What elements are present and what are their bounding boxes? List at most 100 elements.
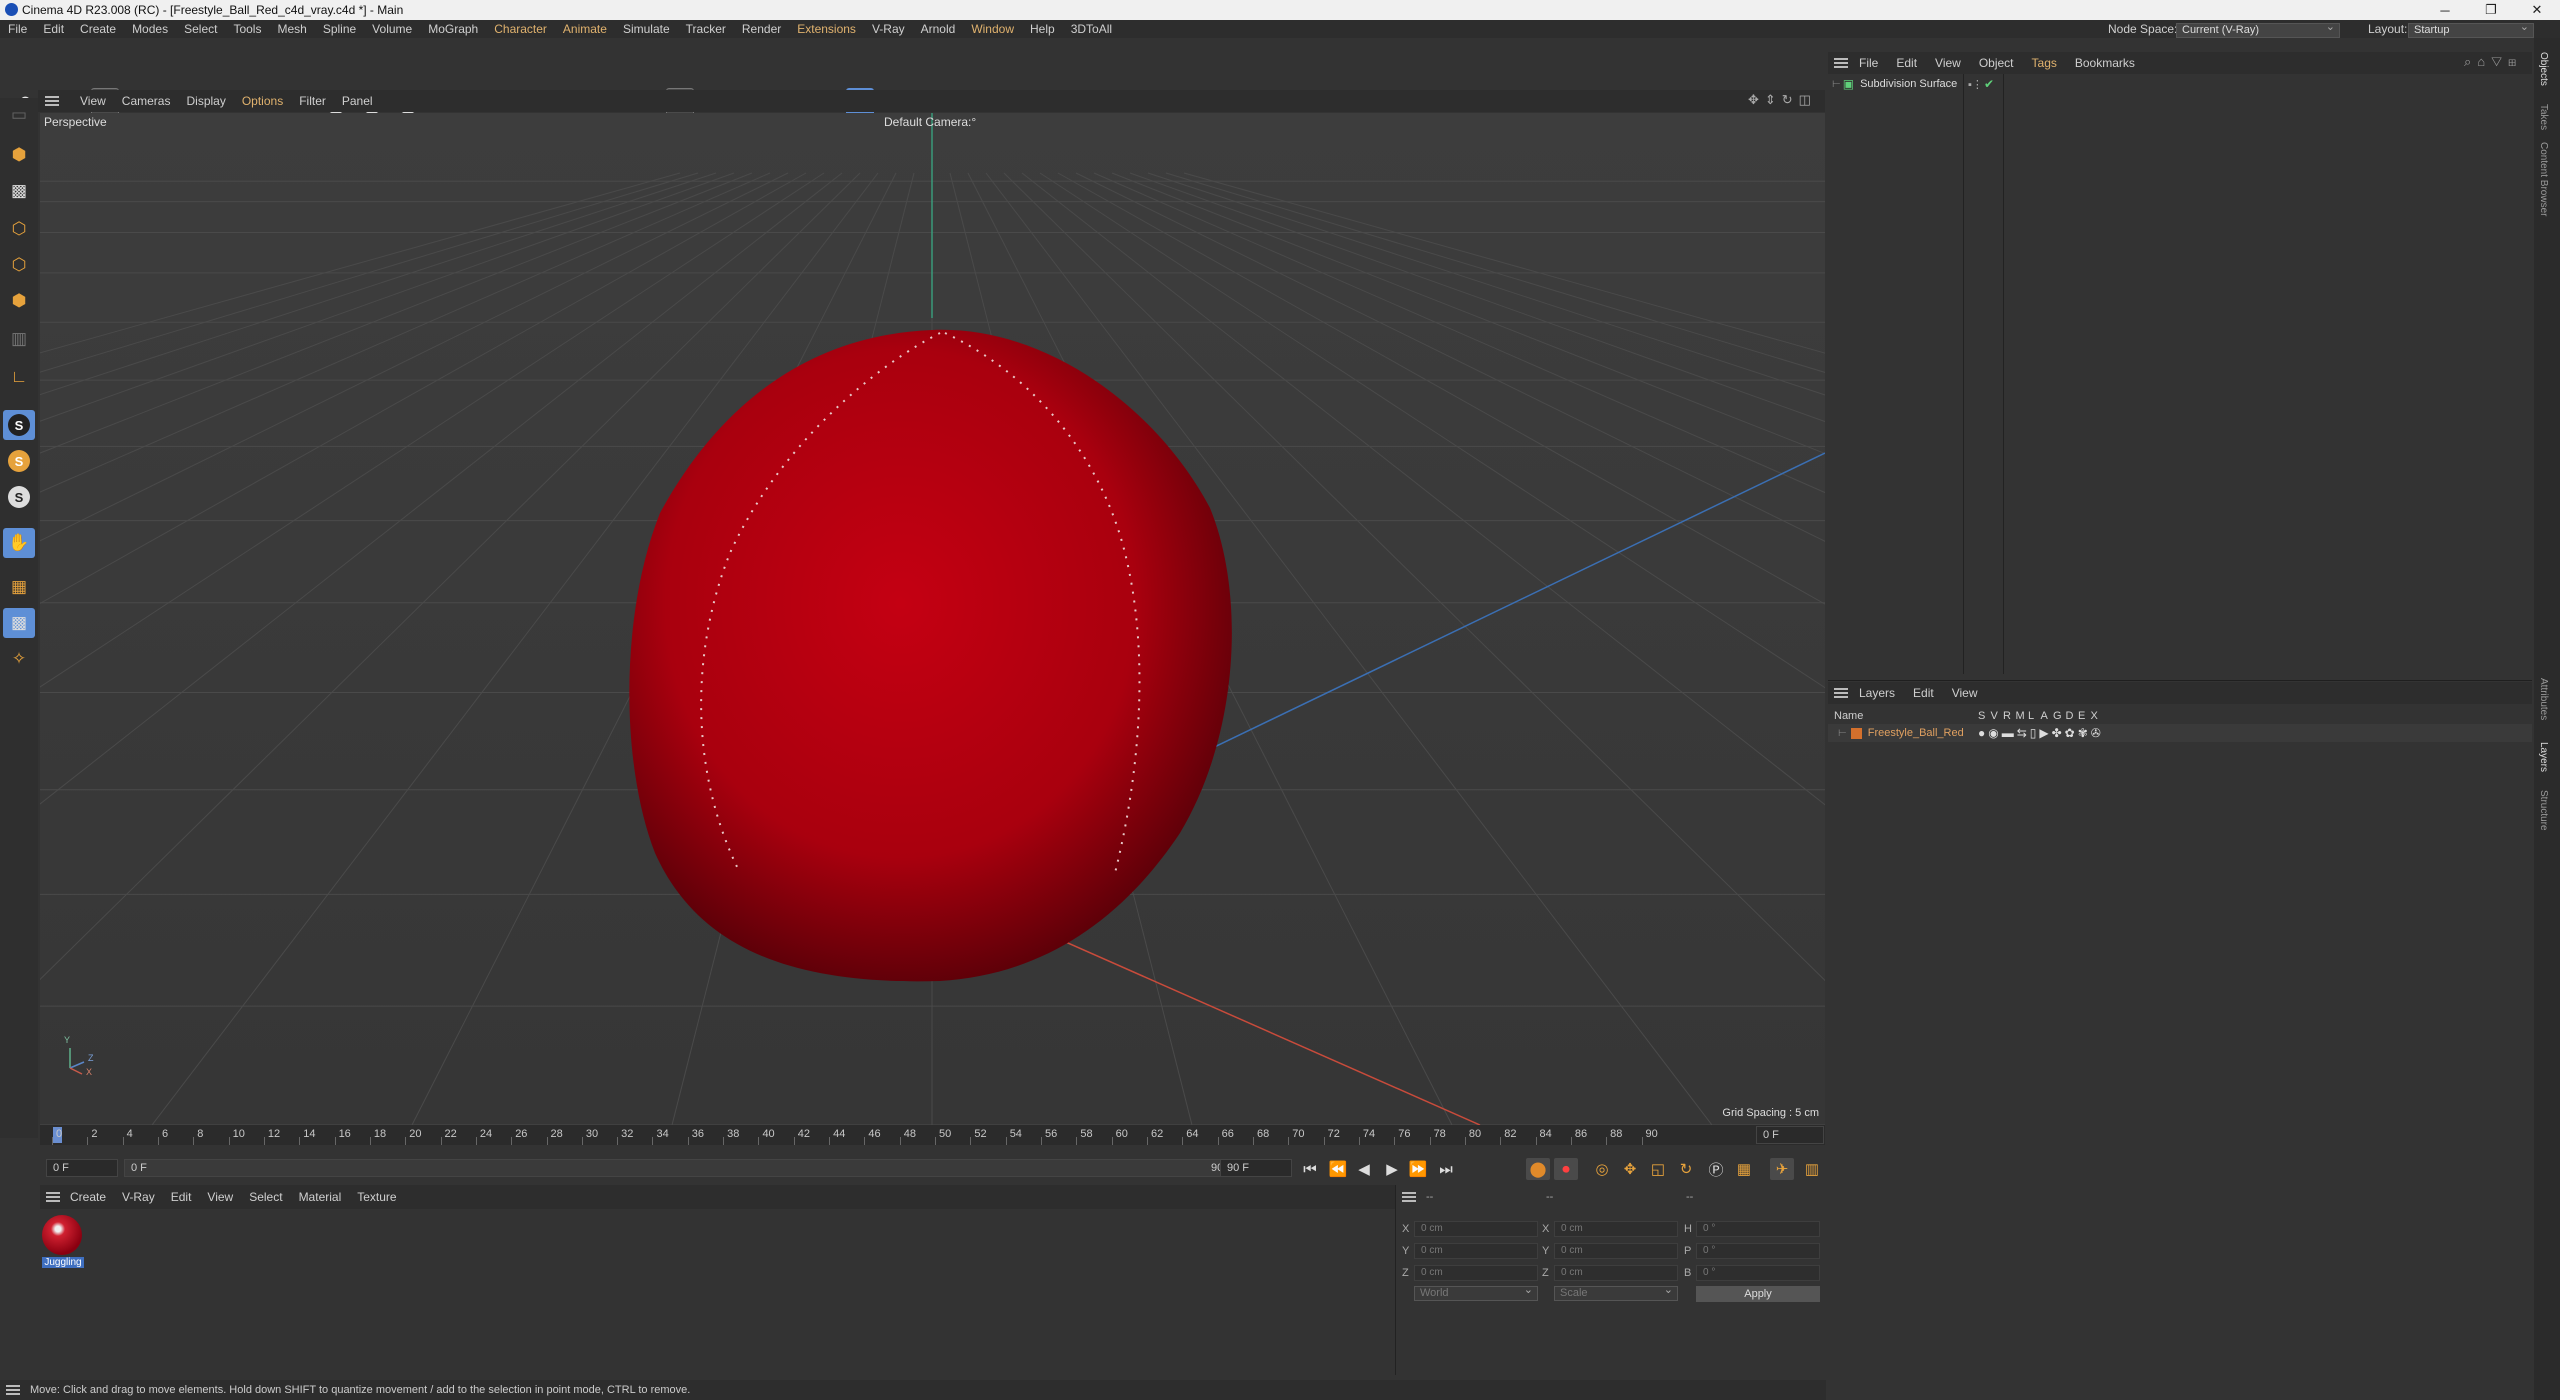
menu-volume[interactable]: Volume [364,22,420,36]
menu-spline[interactable]: Spline [315,22,364,36]
side-tab-layers[interactable]: Layers [2538,742,2549,772]
visibility-dots-icon[interactable]: ▪⋮ [1968,78,1983,91]
param-key-icon[interactable]: Ⓟ [1704,1158,1728,1180]
material-menu-material[interactable]: Material [291,1190,350,1204]
side-tab-content-browser[interactable]: Content Browser [2538,142,2549,216]
viewport-nav-icons[interactable]: ✥⇕↻◫ [1748,92,1817,108]
camera-label[interactable]: Default Camera:° [884,115,976,129]
viewport-menu-options[interactable]: Options [234,94,291,108]
menu-window[interactable]: Window [963,22,1022,36]
node-space-dropdown[interactable]: Current (V-Ray) [2176,21,2340,38]
layer-hamburger-icon[interactable] [1834,688,1848,698]
menu-animate[interactable]: Animate [555,22,615,36]
model-mode-icon[interactable]: ⬢ [3,140,35,170]
viewport-menu-display[interactable]: Display [178,94,233,108]
menu-mograph[interactable]: MoGraph [420,22,486,36]
layout-dropdown[interactable]: Startup [2408,21,2534,38]
keyframe-icon[interactable]: ◎ [1590,1158,1614,1180]
layer-column-x[interactable]: X [2091,710,2098,722]
next-key-icon[interactable]: ⏩ [1406,1158,1430,1180]
menu-v-ray[interactable]: V-Ray [864,22,913,36]
coordinates-hamburger-icon[interactable] [1402,1192,1416,1202]
side-tab-objects[interactable]: Objects [2538,52,2549,86]
prev-key-icon[interactable]: ⏪ [1326,1158,1350,1180]
menu-help[interactable]: Help [1022,22,1063,36]
texture-mode-icon[interactable]: ▩ [3,176,35,206]
menu-3dtoall[interactable]: 3DToAll [1063,22,1120,36]
layer-menu-layers[interactable]: Layers [1850,686,1904,700]
points-mode-icon[interactable]: ⬡ [3,214,35,244]
size-field[interactable]: 0 cm [1554,1221,1678,1237]
goto-start-icon[interactable]: ⏮ [1298,1158,1322,1180]
goto-end-icon[interactable]: ⏭ [1434,1158,1458,1180]
menu-modes[interactable]: Modes [124,22,176,36]
object-hamburger-icon[interactable] [1834,58,1848,68]
3d-viewport[interactable]: Perspective Default Camera:° Y Z X Grid … [40,113,1825,1125]
side-tab-takes[interactable]: Takes [2538,104,2549,130]
menu-edit[interactable]: Edit [35,22,72,36]
layer-menu-edit[interactable]: Edit [1904,686,1943,700]
material-menu-edit[interactable]: Edit [163,1190,200,1204]
pla-key-icon[interactable]: ▦ [1732,1158,1756,1180]
layer-color-swatch[interactable] [1850,727,1862,739]
object-menu-file[interactable]: File [1850,56,1887,70]
layer-column-e[interactable]: E [2078,710,2085,722]
layer-menu-view[interactable]: View [1943,686,1987,700]
snap-settings-icon[interactable]: S [3,446,35,476]
end-frame-field[interactable]: 90 F [1220,1159,1292,1177]
menu-select[interactable]: Select [176,22,225,36]
autokey-icon[interactable]: ⏺ [1554,1158,1578,1180]
timeline-icon[interactable]: ▥ [1800,1158,1824,1180]
layer-flag-icons[interactable]: ●◉▬⇆▯▶✤✿✾✇ [1978,726,2104,740]
material-menu-texture[interactable]: Texture [349,1190,404,1204]
viewport-menu-cameras[interactable]: Cameras [114,94,179,108]
menu-mesh[interactable]: Mesh [269,22,314,36]
layer-column-s[interactable]: S [1978,710,1985,722]
menu-character[interactable]: Character [486,22,555,36]
object-menu-tags[interactable]: Tags [2023,56,2066,70]
viewport-menu-filter[interactable]: Filter [291,94,334,108]
material-menu-view[interactable]: View [199,1190,241,1204]
close-button[interactable]: ✕ [2514,0,2560,20]
status-hamburger-icon[interactable] [6,1385,20,1395]
object-menu-edit[interactable]: Edit [1887,56,1926,70]
layer-column-m[interactable]: M [2016,710,2025,722]
menu-arnold[interactable]: Arnold [913,22,964,36]
object-toolbar-icons[interactable]: ⌕⌂▽⊞ [2464,54,2522,70]
position-field[interactable]: 0 cm [1414,1243,1538,1259]
layer-column-g[interactable]: G [2053,710,2062,722]
polygons-mode-icon[interactable]: ⬢ [3,286,35,316]
layer-row[interactable]: ⊢ Freestyle_Ball_Red ●◉▬⇆▯▶✤✿✾✇ [1828,724,2532,742]
layer-column-d[interactable]: D [2066,710,2074,722]
menu-simulate[interactable]: Simulate [615,22,678,36]
side-tab-attributes[interactable]: Attributes [2538,678,2549,720]
make-editable-icon[interactable]: ▭ [3,100,35,130]
menu-tools[interactable]: Tools [225,22,269,36]
minimize-button[interactable]: ─ [2422,0,2468,20]
rotate-key-icon[interactable]: ↻ [1674,1158,1698,1180]
move-key-icon[interactable]: ✥ [1618,1158,1642,1180]
menu-extensions[interactable]: Extensions [789,22,864,36]
menu-create[interactable]: Create [72,22,124,36]
material-hamburger-icon[interactable] [46,1192,60,1202]
material-menu-select[interactable]: Select [241,1190,290,1204]
solo-icon[interactable]: S [3,482,35,512]
coordinate-transform-dropdown[interactable]: Scale [1554,1284,1678,1301]
motion-icon[interactable]: ✈ [1770,1158,1794,1180]
play-icon[interactable]: ▶ [1380,1158,1404,1180]
object-menu-object[interactable]: Object [1970,56,2023,70]
snap-icon[interactable]: S [3,410,35,440]
viewport-menu-view[interactable]: View [72,94,114,108]
object-menu-bookmarks[interactable]: Bookmarks [2066,56,2144,70]
size-field[interactable]: 0 cm [1554,1243,1678,1259]
rotation-field[interactable]: 0 ° [1696,1243,1820,1259]
position-field[interactable]: 0 cm [1414,1265,1538,1281]
layer-column-l[interactable]: L [2028,710,2034,722]
play-back-icon[interactable]: ◀ [1352,1158,1376,1180]
position-field[interactable]: 0 cm [1414,1221,1538,1237]
restore-button[interactable]: ❐ [2468,0,2514,20]
material-menu-create[interactable]: Create [62,1190,114,1204]
menu-render[interactable]: Render [734,22,789,36]
layer-column-v[interactable]: V [1991,710,1998,722]
object-row-subdivision[interactable]: ⊢ ▣ Subdivision Surface ▪⋮ ✔ [1828,76,2532,92]
